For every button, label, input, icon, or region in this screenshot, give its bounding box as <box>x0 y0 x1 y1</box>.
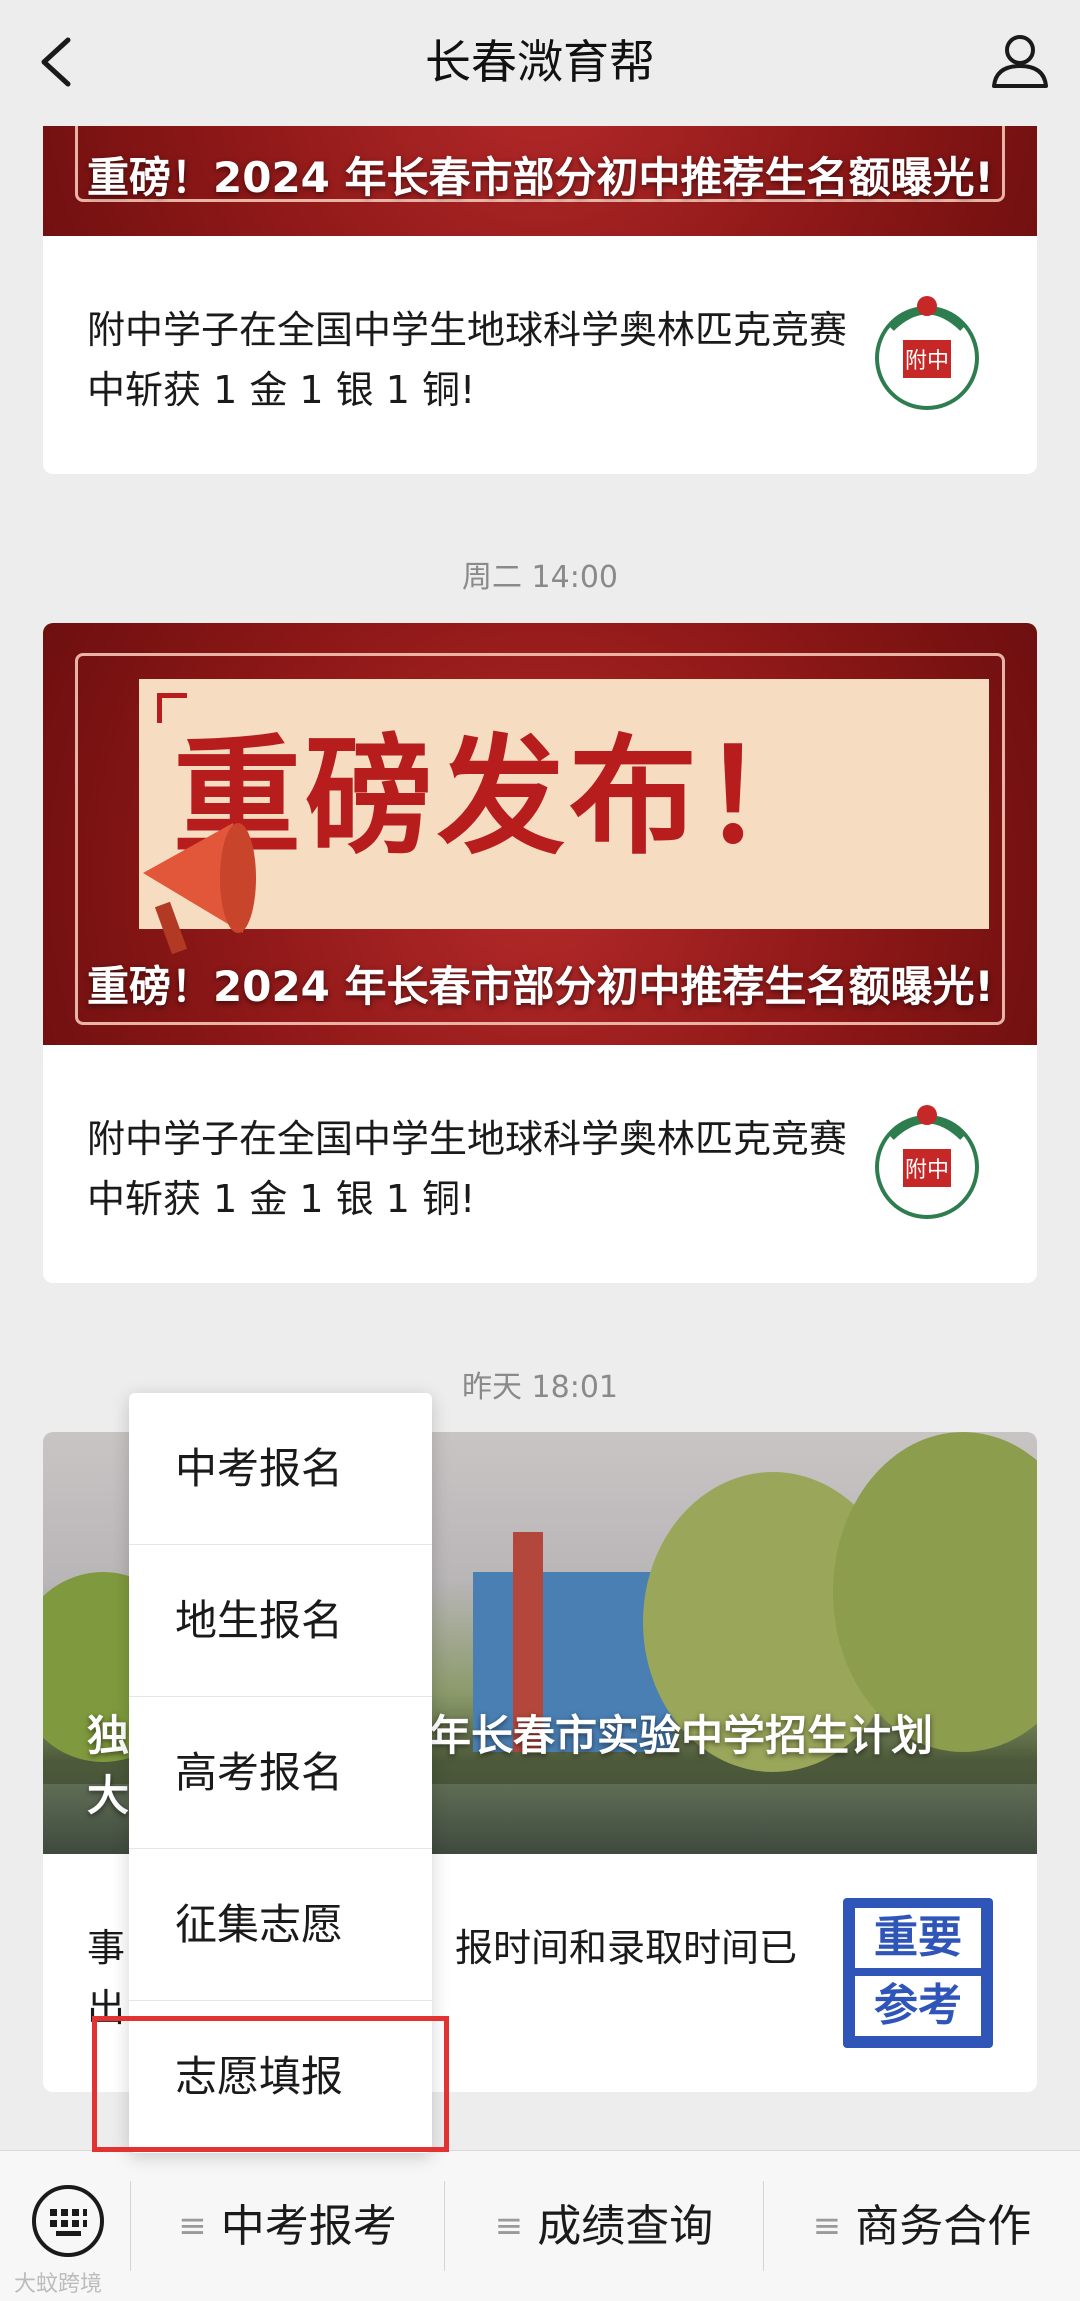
school-emblem-icon: 附中 <box>875 1105 979 1219</box>
menu-item-collect-preferences[interactable]: 征集志愿 <box>129 1849 432 2001</box>
nav-button-business[interactable]: ≡ 商务合作 <box>764 2151 1080 2301</box>
megaphone-icon <box>143 823 256 955</box>
svg-text:附中: 附中 <box>905 1158 949 1183</box>
cover-title-fragment: 独 <box>87 1711 130 1760</box>
cover-title-fragment: 大 <box>87 1771 130 1820</box>
thumbnail-text: 参考 <box>855 1976 981 2036</box>
menu-lines-icon: ≡ <box>178 2206 207 2246</box>
article-sub-title[interactable]: 附中学子在全国中学生地球科学奥林匹克竞赛中斩获 1 金 1 银 1 铜! <box>87 1109 847 1229</box>
top-bar: 长春溦育帮 <box>0 0 1080 126</box>
menu-lines-icon: ≡ <box>494 2206 524 2246</box>
timestamp: 周二 14:00 <box>462 560 618 595</box>
menu-item-disheng-register[interactable]: 地生报名 <box>129 1545 432 1697</box>
bottom-menu-bar: ≡ 中考报考 ≡ 成绩查询 ≡ 商务合作 <box>0 2150 1080 2301</box>
menu-lines-icon: ≡ <box>812 2206 842 2246</box>
menu-item-preference-filing[interactable]: 志愿填报 <box>129 2001 432 2153</box>
menu-item-zhongkao-register[interactable]: 中考报名 <box>129 1393 432 1545</box>
sub-title-fragment: 报时间和录取时间已 <box>455 1926 798 1970</box>
profile-icon[interactable] <box>988 28 1052 92</box>
nav-button-label: 商务合作 <box>855 2201 1032 2252</box>
menu-item-gaokao-register[interactable]: 高考报名 <box>129 1697 432 1849</box>
page-title: 长春溦育帮 <box>425 35 655 89</box>
sub-title-fragment: 出 <box>87 1986 126 2030</box>
important-reference-thumbnail: 重要 参考 <box>843 1898 993 2048</box>
cover-title-fragment: 年长春市实验中学招生计划 <box>429 1711 934 1760</box>
nav-button-score-query[interactable]: ≡ 成绩查询 <box>445 2151 763 2301</box>
article-sub-item[interactable]: 附中学子在全国中学生地球科学奥林匹克竞赛中斩获 1 金 1 银 1 铜! 附中 <box>43 1045 1037 1283</box>
dropdown-menu: 中考报名 地生报名 高考报名 征集志愿 志愿填报 <box>129 1393 432 2153</box>
school-emblem-icon: 附中 <box>875 296 979 410</box>
article-sub-item[interactable]: 附中学子在全国中学生地球科学奥林匹克竞赛中斩获 1 金 1 银 1 铜! 附中 <box>43 236 1037 474</box>
sub-title-fragment: 事 <box>87 1926 126 1970</box>
nav-button-label: 成绩查询 <box>537 2201 714 2252</box>
article-cover-title[interactable]: 重磅！2024 年长春市部分初中推荐生名额曝光! <box>87 957 997 1017</box>
article-cover-title[interactable]: 重磅！2024 年长春市部分初中推荐生名额曝光! <box>87 148 997 208</box>
thumbnail-text: 重要 <box>855 1908 981 1968</box>
article-card[interactable]: 重磅发布！ 重磅！2024 年长春市部分初中推荐生名额曝光! 附中学子在全国中学… <box>43 623 1037 1283</box>
article-cover[interactable]: 重磅发布！ 重磅！2024 年长春市部分初中推荐生名额曝光! <box>43 623 1037 1045</box>
keyboard-icon[interactable] <box>30 2183 106 2259</box>
svg-text:附中: 附中 <box>905 349 949 374</box>
article-sub-title[interactable]: 附中学子在全国中学生地球科学奥林匹克竞赛中斩获 1 金 1 银 1 铜! <box>87 300 847 420</box>
nav-button-label: 中考报考 <box>220 2201 397 2252</box>
watermark: 大蚊跨境 <box>14 2272 103 2297</box>
nav-button-zhongkao[interactable]: ≡ 中考报考 <box>131 2151 444 2301</box>
